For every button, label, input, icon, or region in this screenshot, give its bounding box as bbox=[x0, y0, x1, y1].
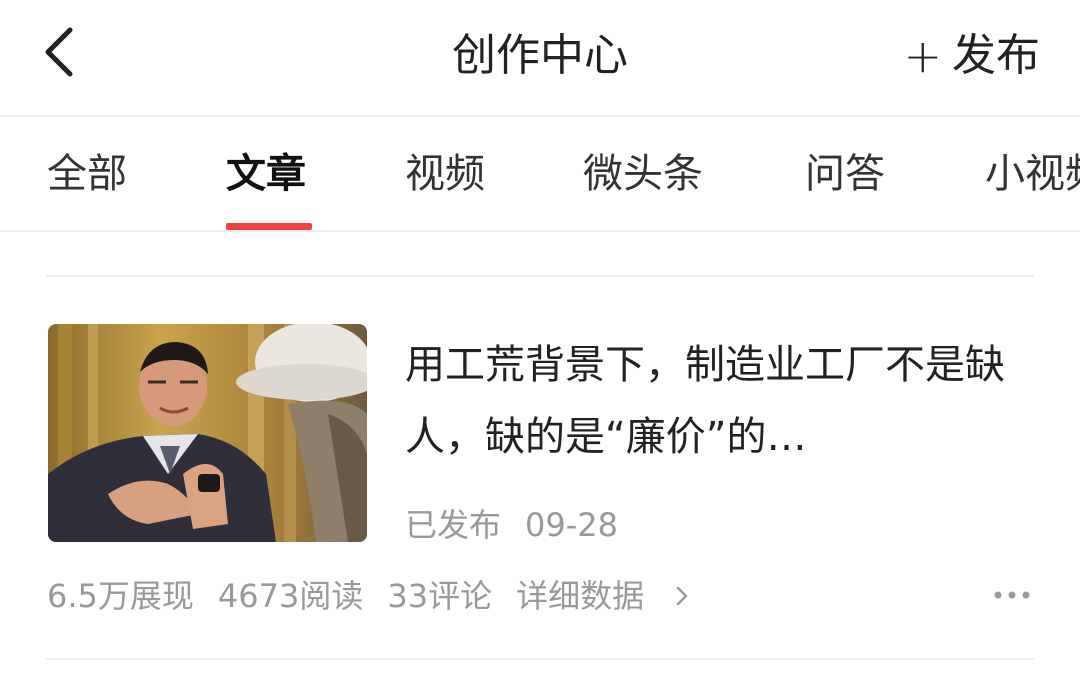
tab-all[interactable]: 全部 bbox=[47, 149, 127, 199]
article-card[interactable]: 用工荒背景下，制造业工厂不是缺人，缺的是“廉价”的… 已发布 09-28 6.5万… bbox=[0, 277, 1080, 661]
top-nav-bar: 创作中心 + 发布 bbox=[0, 0, 1080, 117]
active-tab-indicator bbox=[226, 223, 312, 230]
tab-qa[interactable]: 问答 bbox=[805, 149, 885, 199]
article-thumbnail[interactable] bbox=[48, 324, 367, 542]
divider bbox=[46, 658, 1034, 660]
article-status: 已发布 09-28 bbox=[405, 505, 618, 545]
chevron-right-icon bbox=[676, 586, 688, 606]
publish-date: 09-28 bbox=[525, 506, 618, 544]
article-stats: 6.5万展现 4673阅读 33评论 详细数据 bbox=[47, 576, 690, 616]
reads-count: 4673阅读 bbox=[217, 577, 364, 615]
tab-micro-posts[interactable]: 微头条 bbox=[583, 149, 703, 199]
tab-videos[interactable]: 视频 bbox=[405, 149, 485, 199]
article-title[interactable]: 用工荒背景下，制造业工厂不是缺人，缺的是“廉价”的… bbox=[405, 329, 1035, 473]
tab-short-videos[interactable]: 小视频 bbox=[985, 149, 1080, 199]
impressions-count: 6.5万展现 bbox=[47, 577, 194, 615]
details-label: 详细数据 bbox=[516, 577, 645, 615]
publish-status: 已发布 bbox=[405, 506, 502, 544]
comments-count: 33评论 bbox=[387, 577, 493, 615]
tab-articles[interactable]: 文章 bbox=[226, 149, 306, 199]
more-horizontal-icon[interactable] bbox=[992, 583, 1032, 607]
content-tabs: 全部 文章 视频 微头条 问答 小视频 bbox=[0, 117, 1080, 232]
plus-icon: + bbox=[903, 29, 942, 83]
details-link[interactable]: 详细数据 bbox=[516, 576, 690, 616]
publish-button[interactable]: + 发布 bbox=[903, 28, 1040, 84]
publish-label: 发布 bbox=[952, 30, 1040, 81]
